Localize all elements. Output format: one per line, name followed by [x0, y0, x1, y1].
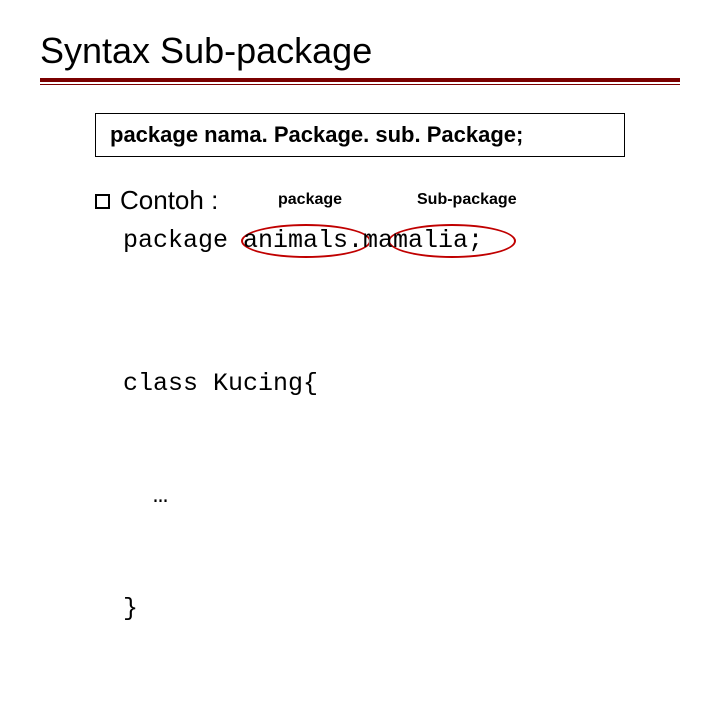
annotation-subpackage: Sub-package	[417, 191, 517, 209]
code-class-body: …	[123, 477, 680, 515]
example-label: Contoh :	[120, 185, 218, 216]
annotation-package: package	[278, 191, 342, 209]
code-class-close: }	[123, 590, 680, 628]
code-package-line: package animals.mamalia;	[123, 222, 680, 260]
title-underline	[40, 78, 680, 85]
slide-title: Syntax Sub-package	[40, 30, 680, 72]
code-example: package animals.mamalia; class Kucing{ ……	[123, 222, 680, 702]
bullet-icon	[95, 194, 110, 209]
code-class-open: class Kucing{	[123, 365, 680, 403]
syntax-box: package nama. Package. sub. Package;	[95, 113, 625, 157]
